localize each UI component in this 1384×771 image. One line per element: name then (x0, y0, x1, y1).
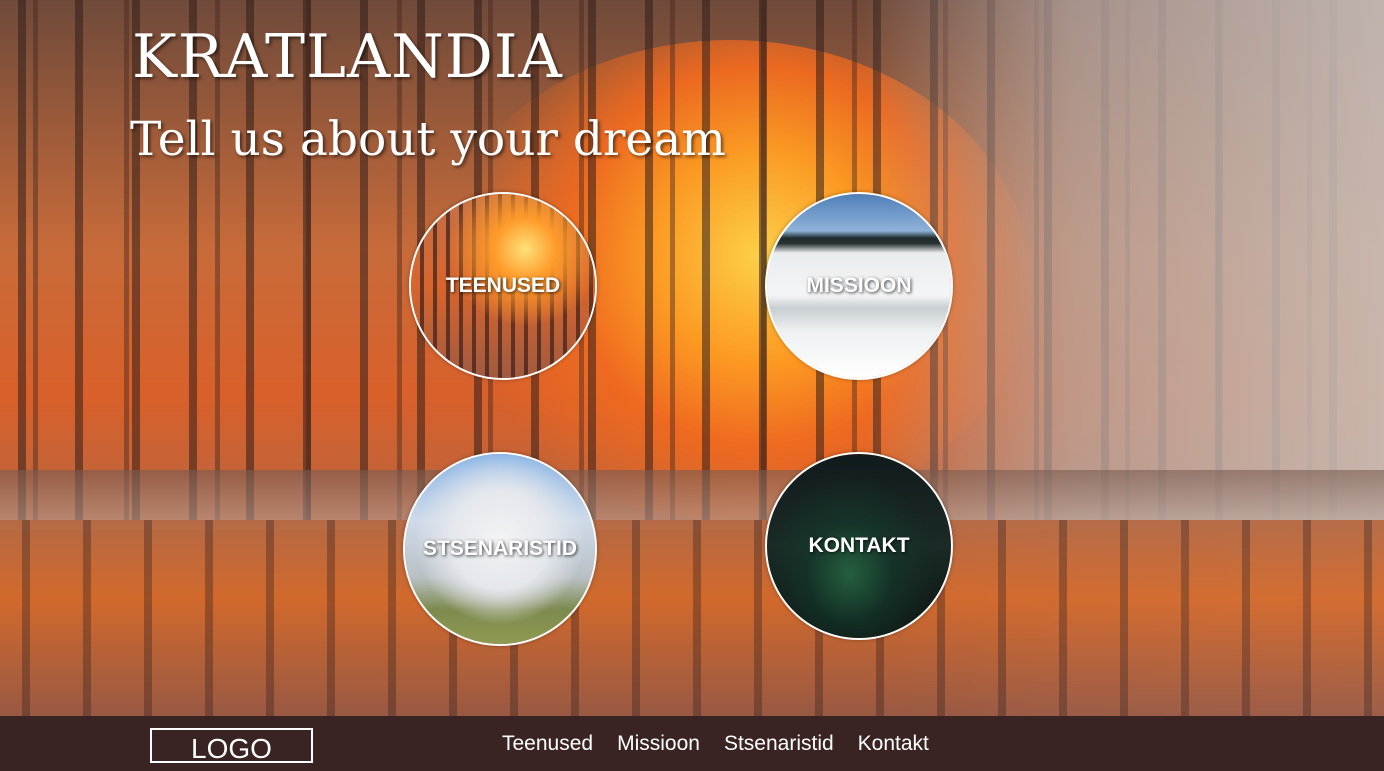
nav-link-stsenaristid[interactable]: Stsenaristid (724, 732, 834, 756)
tile-missioon[interactable]: MISSIOON (765, 192, 953, 380)
nav-link-kontakt[interactable]: Kontakt (858, 732, 929, 756)
logo[interactable]: LOGO (150, 728, 313, 763)
tile-kontakt[interactable]: KONTAKT (765, 452, 953, 640)
tile-label: MISSIOON (806, 274, 912, 297)
site-title: KRATLANDIA (132, 22, 563, 92)
site-tagline: Tell us about your dream (130, 112, 726, 167)
tile-stsenaristid[interactable]: STSENARISTID (403, 452, 597, 646)
tile-label: STSENARISTID (422, 537, 577, 560)
tile-label: TEENUSED (445, 274, 561, 297)
tile-teenused[interactable]: TEENUSED (409, 192, 597, 380)
nav-link-teenused[interactable]: Teenused (502, 732, 593, 756)
footer-bar: LOGO Teenused Missioon Stsenaristid Kont… (0, 716, 1384, 771)
water-reflection (0, 520, 1384, 716)
tile-label: KONTAKT (808, 534, 910, 557)
hero-background: KRATLANDIA Tell us about your dream TEEN… (0, 0, 1384, 716)
footer-nav: Teenused Missioon Stsenaristid Kontakt (502, 732, 929, 756)
nav-link-missioon[interactable]: Missioon (617, 732, 700, 756)
